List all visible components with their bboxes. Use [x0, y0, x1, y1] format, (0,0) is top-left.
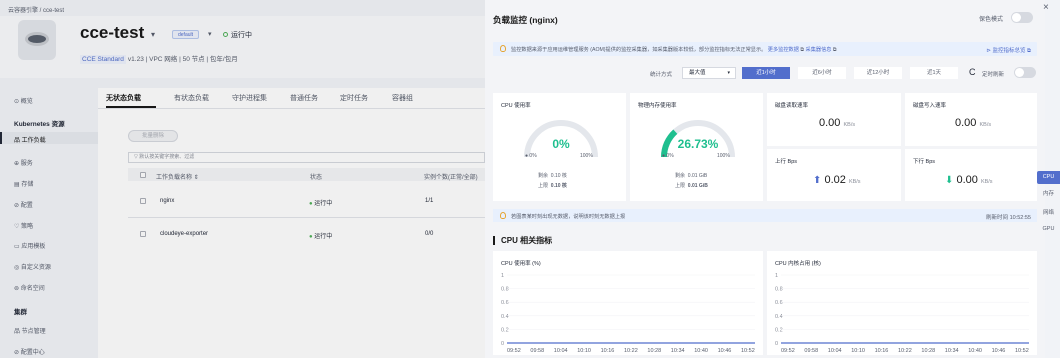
download-arrow-icon: ⬇: [945, 175, 954, 186]
side-tab-cpu[interactable]: CPU: [1037, 171, 1060, 184]
x-tick-label: 10:52: [1015, 348, 1029, 354]
upload-arrow-icon: ⬆: [813, 175, 822, 186]
memory-usage-card: 物理内存使用率 26.73% ● 0% 100% 剩余 0.01 GiB 上限 …: [630, 93, 763, 201]
gauge-max: 100%: [717, 153, 730, 159]
disk-write-card: 磁盘写入速率 0.00 KB/s: [905, 93, 1037, 146]
cpu-remaining: 剩余 0.10 核: [538, 173, 567, 179]
card-title: 上行 Bps: [775, 159, 798, 165]
y-tick-label: 0.6: [775, 300, 783, 306]
card-title: 磁盘写入速率: [913, 103, 947, 109]
range-6h-button[interactable]: 近6小时: [798, 67, 846, 79]
x-tick-label: 09:52: [507, 348, 521, 354]
bulb-icon: [500, 45, 506, 52]
y-tick-label: 1: [775, 273, 778, 279]
y-tick-label: 0.8: [501, 287, 509, 293]
y-tick-label: 0.6: [501, 300, 509, 306]
upload-card: 上行 Bps ⬆ 0.02 KB/s: [767, 149, 901, 201]
card-title: 磁盘读取速率: [775, 103, 809, 109]
y-tick-label: 0.8: [775, 287, 783, 293]
x-tick-label: 10:28: [921, 348, 935, 354]
x-tick-label: 10:16: [601, 348, 615, 354]
protect-mode-toggle[interactable]: [1011, 12, 1033, 23]
range-1d-button[interactable]: 近1天: [910, 67, 958, 79]
x-tick-label: 10:52: [741, 348, 755, 354]
bulb-icon: [500, 212, 506, 219]
auto-refresh-toggle[interactable]: [1014, 67, 1036, 78]
card-title: 下行 Bps: [913, 159, 936, 165]
x-tick-label: 10:28: [647, 348, 661, 354]
banner-text: 监控数据来源于应用运维管理服务 (AOM)提供的监控采集器，如采集器版本较低，部…: [511, 47, 837, 53]
card-title: CPU 使用率: [501, 103, 531, 109]
range-1h-button[interactable]: 近1小时: [742, 67, 790, 79]
x-tick-label: 10:40: [694, 348, 708, 354]
x-tick-label: 10:10: [851, 348, 865, 354]
range-12h-button[interactable]: 近12小时: [854, 67, 902, 79]
more-data-link[interactable]: 更多监控数据: [768, 47, 799, 53]
x-tick-label: 10:16: [875, 348, 889, 354]
cpu-cores-chart: 1 0.8 0.6 0.4 0.2 009:52 09:58 10:04 10:10 10:16 1…: [775, 273, 1029, 354]
refresh-icon[interactable]: C: [969, 67, 976, 77]
y-tick-label: 0.2: [775, 327, 783, 333]
modal-overlay[interactable]: [0, 0, 485, 358]
aom-overview-link[interactable]: ⊳ 监控指标总览 ⧉: [986, 46, 1031, 55]
close-icon[interactable]: ×: [1043, 2, 1049, 13]
x-tick-label: 09:58: [530, 348, 544, 354]
cpu-usage-chart: 1 0.8 0.6 0.4 0.2 009:52 09:58 10:04 10:10 10:16 1…: [501, 273, 755, 354]
gauge-max: 100%: [580, 153, 593, 159]
cpu-usage-value: 0%: [552, 137, 570, 151]
y-tick-label: 0.4: [775, 314, 783, 320]
side-tab-network[interactable]: 网络: [1037, 207, 1060, 220]
memory-usage-value: 26.73%: [677, 137, 719, 151]
x-tick-label: 10:22: [624, 348, 638, 354]
x-tick-label: 10:40: [968, 348, 982, 354]
y-tick-label: 0: [775, 341, 778, 347]
memory-limit: 上限 0.01 GiB: [675, 183, 708, 189]
x-tick-label: 10:46: [992, 348, 1006, 354]
tip-text: 若图表某时刻出现无数据，说明该时刻无数据上报: [511, 214, 626, 220]
cpu-limit: 上限 0.10 核: [538, 183, 567, 189]
x-tick-label: 10:22: [898, 348, 912, 354]
card-title: 物理内存使用率: [638, 103, 677, 109]
disk-write-value: 0.00 KB/s: [955, 117, 992, 129]
refresh-time: 刷新时间 10:52:55: [986, 215, 1031, 221]
stat-method-label: 统计方式: [650, 72, 673, 78]
x-tick-label: 09:52: [781, 348, 795, 354]
info-banner: 监控数据来源于应用运维管理服务 (AOM)提供的监控采集器，如采集器版本较低，部…: [493, 42, 1037, 56]
auto-refresh-label: 定时刷新: [982, 72, 1005, 78]
drawer-title: 负载监控 (nginx): [493, 15, 558, 25]
gauge-min: ● 0%: [662, 153, 674, 159]
gauge-min: ● 0%: [525, 153, 537, 159]
x-tick-label: 10:34: [945, 348, 959, 354]
cpu-usage-card: CPU 使用率 0% ● 0% 100% 剩余 0.10 核 上限 0.10 核: [493, 93, 626, 201]
download-card: 下行 Bps ⬇ 0.00 KB/s: [905, 149, 1037, 201]
y-tick-label: 0.4: [501, 314, 509, 320]
memory-remaining: 剩余 0.01 GiB: [675, 173, 708, 179]
x-tick-label: 10:46: [718, 348, 732, 354]
cpu-usage-chart-card: CPU 使用率 (%) 1 0.8 0.6 0.4 0.2 0 09:52 09:58 10:0…: [493, 251, 763, 355]
no-data-tip: 若图表某时刻出现无数据，说明该时刻无数据上报 刷新时间 10:52:55: [493, 209, 1037, 222]
y-tick-label: 0: [501, 341, 504, 347]
cpu-cores-chart-card: CPU 内核占用 (核) 1 0.8 0.6 0.4 0.2 0 09:52 09:58 10:…: [767, 251, 1037, 355]
x-tick-label: 10:10: [577, 348, 591, 354]
download-value: ⬇ 0.00 KB/s: [945, 174, 993, 186]
disk-read-card: 磁盘读取速率 0.00 KB/s: [767, 93, 901, 146]
x-tick-label: 10:04: [554, 348, 568, 354]
side-tab-gpu[interactable]: GPU: [1037, 223, 1060, 236]
disk-read-value: 0.00 KB/s: [819, 117, 856, 129]
x-tick-label: 10:34: [671, 348, 685, 354]
x-tick-label: 10:04: [828, 348, 842, 354]
x-tick-label: 09:58: [804, 348, 818, 354]
upload-value: ⬆ 0.02 KB/s: [813, 174, 861, 186]
y-tick-label: 0.2: [501, 327, 509, 333]
stat-method-select[interactable]: 最大值 ▾: [682, 67, 736, 79]
y-tick-label: 1: [501, 273, 504, 279]
chevron-down-icon: ▾: [727, 70, 730, 76]
side-tab-memory[interactable]: 内存: [1037, 188, 1060, 201]
protect-mode-label: 保色模式: [979, 17, 1004, 23]
collector-info-link[interactable]: 采集器信息: [806, 47, 832, 53]
section-title: CPU 相关指标: [493, 236, 552, 245]
